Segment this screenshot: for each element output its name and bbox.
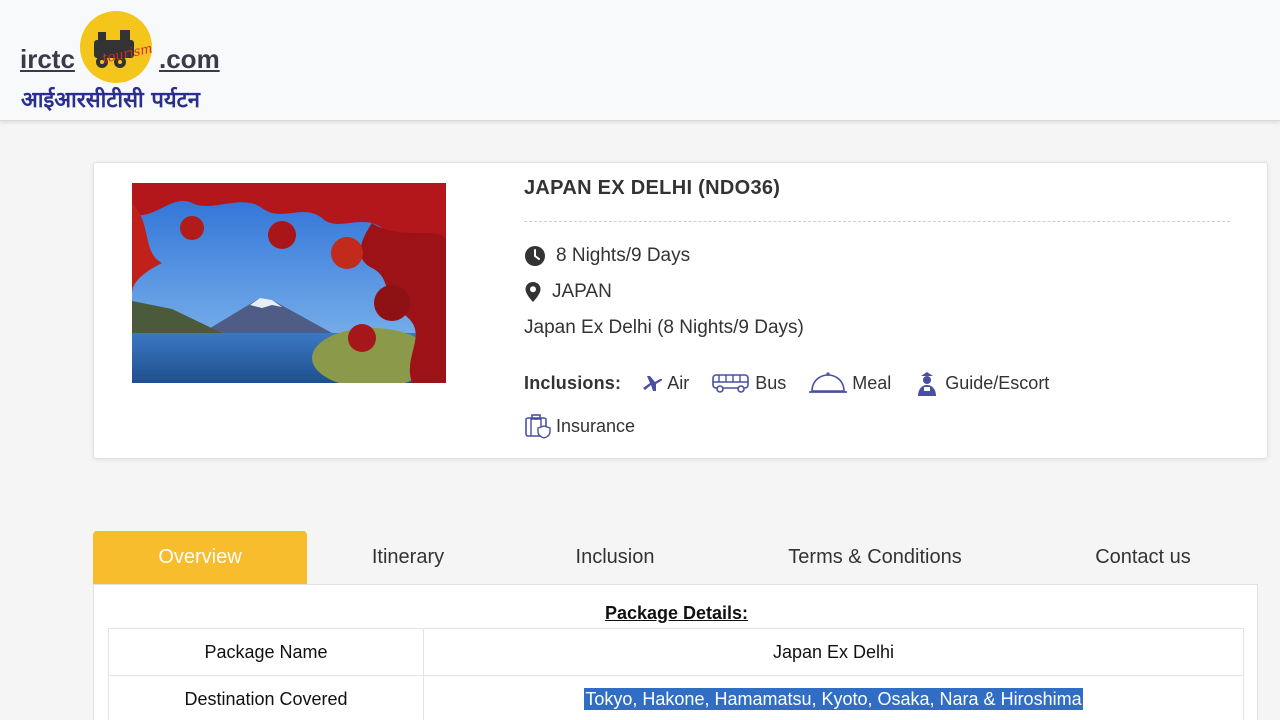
inclusion-meal: Meal [808, 371, 891, 395]
package-details-table: Package Name Japan Ex Delhi Destination … [108, 628, 1244, 720]
inclusion-insurance-label: Insurance [556, 415, 636, 436]
logo-suffix: .com [159, 44, 220, 74]
inclusion-bus: Bus [711, 372, 786, 394]
selected-text[interactable]: Tokyo, Hakone, Hamamatsu, Kyoto, Osaka, … [584, 687, 1083, 710]
inclusions-row: Inclusions: Air Bus Meal Guide/Escort [524, 369, 1071, 397]
package-title: JAPAN EX DELHI (NDO36) [524, 177, 781, 199]
package-details-title: Package Details: [604, 603, 749, 623]
overview-panel: Package Details: Package Name Japan Ex D… [93, 584, 1258, 720]
tab-inclusion[interactable]: Inclusion [540, 531, 690, 584]
package-subtitle-text: Japan Ex Delhi (8 Nights/9 Days) [524, 317, 804, 338]
meal-cloche-icon [809, 372, 848, 393]
inclusions-row-2: Insurance [524, 413, 657, 439]
insurance-icon [525, 414, 551, 439]
site-header: irctc tourism .com आईआरसीटीसी पर्यटन [0, 0, 1280, 121]
map-pin-icon [525, 282, 541, 302]
tab-overview[interactable]: Overview [93, 531, 307, 584]
bus-icon [712, 374, 750, 393]
package-tabs: Overview Itinerary Inclusion Terms & Con… [93, 531, 1258, 584]
location-line: JAPAN [524, 281, 612, 303]
tab-contact-us[interactable]: Contact us [1078, 531, 1208, 584]
inclusions-label: Inclusions: [524, 372, 622, 393]
logo-prefix: irctc [20, 44, 75, 74]
clock-icon [525, 246, 545, 266]
guide-icon [918, 372, 937, 396]
inclusion-guide: Guide/Escort [913, 369, 1049, 397]
package-subtitle: Japan Ex Delhi (8 Nights/9 Days) [524, 317, 804, 339]
inclusion-air: Air [641, 373, 689, 394]
duration-line: 8 Nights/9 Days [524, 245, 690, 267]
table-cell-key: Package Name [108, 628, 424, 676]
inclusion-bus-label: Bus [755, 372, 787, 393]
inclusion-insurance: Insurance [524, 413, 635, 439]
table-cell-key: Destination Covered [108, 675, 424, 720]
package-image[interactable] [132, 183, 446, 383]
irctc-tourism-logo[interactable]: irctc tourism .com आईआरसीटीसी पर्यटन [18, 10, 248, 115]
table-row: Destination Covered Tokyo, Hakone, Hamam… [108, 675, 1244, 720]
package-card: JAPAN EX DELHI (NDO36) 8 Nights/9 Days J… [93, 162, 1268, 459]
plane-icon [643, 376, 663, 391]
tab-itinerary[interactable]: Itinerary [333, 531, 483, 584]
logo-hindi-text: आईआरसीटीसी पर्यटन [21, 88, 200, 113]
inclusion-guide-label: Guide/Escort [945, 372, 1050, 393]
duration-text: 8 Nights/9 Days [556, 245, 691, 266]
logo-badge-icon: tourism [80, 11, 154, 83]
mount-fuji-photo-icon [132, 183, 446, 383]
tab-terms-conditions[interactable]: Terms & Conditions [765, 531, 985, 584]
table-row: Package Name Japan Ex Delhi [108, 628, 1244, 676]
table-cell-value: Tokyo, Hakone, Hamamatsu, Kyoto, Osaka, … [423, 675, 1244, 720]
table-cell-value: Japan Ex Delhi [423, 628, 1244, 676]
title-divider [524, 221, 1230, 222]
location-text: JAPAN [552, 281, 612, 302]
inclusion-air-label: Air [667, 372, 690, 393]
inclusion-meal-label: Meal [852, 372, 892, 393]
